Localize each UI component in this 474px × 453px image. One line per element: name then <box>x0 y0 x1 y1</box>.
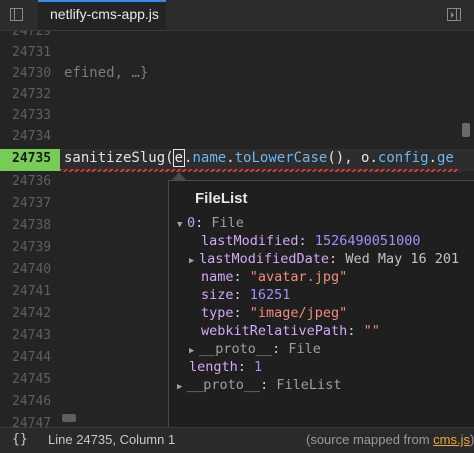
tab-netlify-cms-app[interactable]: netlify-cms-app.js <box>38 0 166 30</box>
line-number: 24736 <box>12 174 52 189</box>
collapsed-triangle-icon[interactable]: ▶ <box>177 382 187 392</box>
popover-arrow <box>172 172 186 180</box>
hovered-identifier[interactable]: e <box>172 149 186 167</box>
code-line: 24730 efined, …} <box>0 64 474 86</box>
horizontal-scrollbar-thumb[interactable] <box>62 414 76 422</box>
line-number: 24732 <box>12 87 52 102</box>
tree-item-lastmodifieddate[interactable]: ▶ lastModifiedDate: Wed May 16 201 <box>189 251 459 268</box>
line-number: 24744 <box>12 350 52 365</box>
tree-item-proto-file[interactable]: ▶ __proto__: File <box>189 341 321 358</box>
toggle-sidebar-icon[interactable] <box>10 8 23 21</box>
code-line: 24734 <box>0 127 474 149</box>
active-line-number[interactable]: 24735 <box>0 149 60 171</box>
line-number: 24738 <box>12 218 52 233</box>
line-number: 24733 <box>12 108 52 123</box>
line-number: 24731 <box>12 45 52 60</box>
tree-item-type: type: "image/jpeg" <box>201 305 348 321</box>
code-line: 24732 <box>0 85 474 107</box>
line-number: 24730 <box>12 66 52 81</box>
line-number: 24742 <box>12 306 52 321</box>
active-code-line[interactable]: 24735 sanitizeSlug(e.name.toLowerCase(),… <box>0 149 474 172</box>
code-line: 24733 <box>0 106 474 128</box>
tree-item-webkitrelativepath: webkitRelativePath: "" <box>201 323 380 339</box>
code-line: 24731 <box>0 43 474 65</box>
tree-item-size: size: 16251 <box>201 287 291 303</box>
tree-item-length: length: 1 <box>189 359 263 375</box>
tree-item-name: name: "avatar.jpg" <box>201 269 348 285</box>
source-map-info: (source mapped from cms.js) <box>306 432 474 447</box>
object-preview-popover[interactable]: FileList ▼ 0: File lastModified: 15264900… <box>168 180 474 438</box>
active-line-code[interactable]: sanitizeSlug(e.name.toLowerCase(), o.con… <box>64 149 454 167</box>
line-number: 24741 <box>12 284 52 299</box>
tree-item-0[interactable]: ▼ 0: File <box>177 215 244 232</box>
cursor-position: Line 24735, Column 1 <box>48 432 176 447</box>
line-number: 24745 <box>12 372 52 387</box>
status-bar: {} Line 24735, Column 1 (source mapped f… <box>0 427 474 453</box>
vertical-scrollbar-thumb[interactable] <box>462 123 470 137</box>
line-number: 24737 <box>12 196 52 211</box>
line-number: 24734 <box>12 129 52 144</box>
pretty-print-icon[interactable]: {} <box>12 432 28 447</box>
line-number: 24746 <box>12 394 52 409</box>
tree-item-proto-filelist[interactable]: ▶ __proto__: FileList <box>177 377 341 394</box>
line-number: 24740 <box>12 262 52 277</box>
tab-label: netlify-cms-app.js <box>50 6 159 22</box>
line-number: 24729 <box>12 31 52 39</box>
collapsed-triangle-icon[interactable]: ▶ <box>189 346 199 356</box>
line-number: 24743 <box>12 328 52 343</box>
source-map-link[interactable]: cms.js <box>433 432 470 447</box>
line-number: 24747 <box>12 416 52 427</box>
line-number: 24739 <box>12 240 52 255</box>
tab-bar: netlify-cms-app.js <box>0 0 474 31</box>
collapsed-triangle-icon[interactable]: ▶ <box>189 256 199 266</box>
popover-title: FileList <box>195 190 248 207</box>
expanded-triangle-icon[interactable]: ▼ <box>177 220 187 230</box>
tree-item-lastmodified: lastModified: 1526490051000 <box>201 233 421 249</box>
toggle-panel-icon[interactable] <box>447 8 461 21</box>
inline-value: efined, …} <box>64 65 149 81</box>
